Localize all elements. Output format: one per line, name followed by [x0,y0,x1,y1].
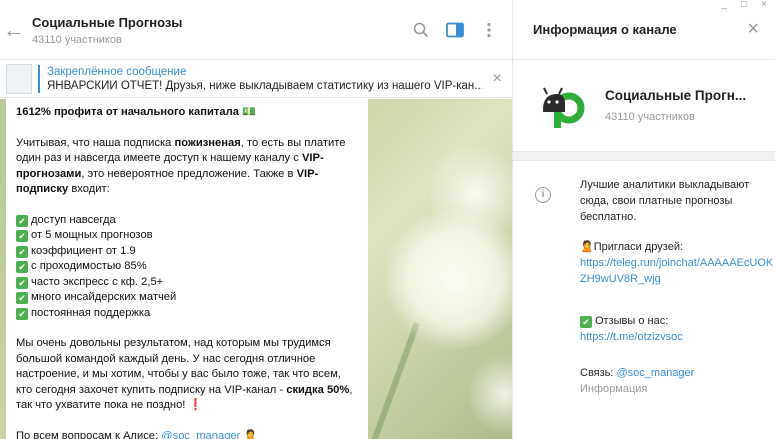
chat-member-count: 43110 участников [32,34,122,46]
exclamation-icon: ❗ [188,399,203,411]
pinned-title: Закреплённое сообщение [47,65,187,78]
pinned-text-block: Закреплённое сообщение ЯНВАРСКИЙ ОТЧЕТ! … [40,66,482,92]
check-mark-icon: ✔ [16,307,28,320]
channel-profile: Социальные Прогн... 43110 участников [513,60,775,152]
info-panel-header: Информация о канале × [513,0,775,60]
feature-text: много инсайдерских матчей [31,291,177,303]
background-flower-stem [366,322,420,439]
para1-text: входит: [68,183,110,195]
check-mark-icon: ✔ [16,292,28,304]
feature-list: ✔ доступ навсегда ✔ от 5 мощных прогнозов … [16,213,358,322]
close-pinned-icon[interactable]: × [482,70,512,88]
money-emoji-icon: 💵 [242,106,256,118]
channel-description-section: i Лучшие аналитики выкладывают сюда, сво… [513,161,775,397]
channel-info-panel: Информация о канале × Социальные Прогн..… [512,0,775,439]
person-emoji-icon: 🙎 [580,241,594,253]
channel-profile-text: Социальные Прогн... 43110 участников [605,88,746,123]
channel-avatar[interactable] [535,77,591,134]
feature-item: ✔ доступ навсегда [16,213,116,227]
feature-text: доступ навсегда [31,213,116,226]
contact-label: Связь: [580,367,617,379]
chat-pane: ← Социальные Прогнозы 43110 участников З… [0,0,512,439]
reviews-block: ✔ Отзывы о нас: https://t.me/otzizvsoc [580,313,775,345]
pinned-preview: ЯНВАРСКИЙ ОТЧЕТ! Друзья, ниже выкладывае… [47,79,482,92]
info-panel-title: Информация о канале [533,22,677,37]
channel-member-count: 43110 участников [605,111,695,123]
background-flower-petal [470,349,512,439]
pinned-thumbnail [6,63,32,94]
check-mark-icon: ✔ [16,214,28,227]
reviews-link[interactable]: https://t.me/otzizvsoc [580,331,683,343]
info-icon: i [535,187,551,203]
feature-text: часто экспресс с кф. 2,5+ [31,275,164,288]
contact-block: Связь: @soc_manager Информация [580,365,775,397]
close-panel-icon[interactable]: × [747,18,759,41]
pinned-message-bar[interactable]: Закреплённое сообщение ЯНВАРСКИЙ ОТЧЕТ! … [0,60,512,98]
feature-text: постоянная поддержка [31,306,151,319]
check-mark-icon: ✔ [16,261,28,273]
message-bubble: 1612% профита от начального капитала 💵 У… [6,99,368,439]
channel-description: Лучшие аналитики выкладывают сюда, свои … [580,179,750,223]
message-paragraph-1: Учитывая, что наша подписка пожизненая , … [16,136,358,198]
reviews-label: Отзывы о нас: [595,315,669,327]
feature-item: ✔ часто экспресс с кф. 2,5+ [16,275,164,289]
headline-text: 1612% профита от начального капитала [16,106,239,118]
contact-link[interactable]: @soc_manager [161,430,240,439]
message-paragraph-2: Мы очень довольны результатом, над котор… [16,336,358,414]
discount-text: скидка 50% [286,383,350,396]
invite-label: Пригласи друзей: [593,241,684,253]
feature-item: ✔ коэффициент от 1.9 [16,244,136,258]
feature-text: с проходимостью 85% [31,260,147,272]
check-mark-icon: ✔ [580,316,592,328]
channel-name: Социальные Прогн... [605,88,747,103]
check-mark-icon: ✔ [16,276,28,289]
invite-link[interactable]: https://teleg.run/joinchat/AAAAAEcUOKZH9… [580,257,773,285]
back-arrow-icon[interactable]: ← [0,0,28,60]
info-caption: Информация [580,383,648,395]
para1-bold: пожизненая [174,136,241,149]
search-icon[interactable] [412,21,430,39]
para1-text: , это невероятное предложение. Также в [81,167,297,180]
invite-block: 🙎Пригласи друзей: https://teleg.run/join… [580,239,775,287]
feature-item: ✔ постоянная поддержка [16,306,151,320]
chat-header: ← Социальные Прогнозы 43110 участников [0,0,512,60]
sidebar-toggle-icon[interactable] [446,21,464,39]
chat-title-block[interactable]: Социальные Прогнозы 43110 участников [28,13,412,46]
more-vertical-icon[interactable] [480,21,498,39]
message-headline: 1612% профита от начального капитала 💵 [16,105,358,121]
header-actions [412,21,512,39]
background-flower [380,209,512,349]
feature-text: от 5 мощных прогнозов [31,229,153,241]
feature-item: ✔ от 5 мощных прогнозов [16,229,153,242]
chat-title: Социальные Прогнозы [32,15,183,30]
feature-item: ✔ с проходимостью 85% [16,260,147,273]
person-emoji-icon: 🙎 [243,429,258,439]
message-contact: По всем вопросам к Алисе: @soc_manager 🙎 [16,429,358,439]
section-divider [513,152,775,161]
para1-text: Учитывая, что наша подписка [16,136,175,149]
check-mark-icon: ✔ [16,245,28,258]
check-mark-icon: ✔ [16,230,28,242]
chat-background: 1612% профита от начального капитала 💵 У… [0,99,512,439]
feature-item: ✔ много инсайдерских матчей [16,291,177,304]
panel-contact-link[interactable]: @soc_manager [617,367,695,379]
contact-text: По всем вопросам к Алисе: [16,429,162,439]
feature-text: коэффициент от 1.9 [31,244,136,257]
